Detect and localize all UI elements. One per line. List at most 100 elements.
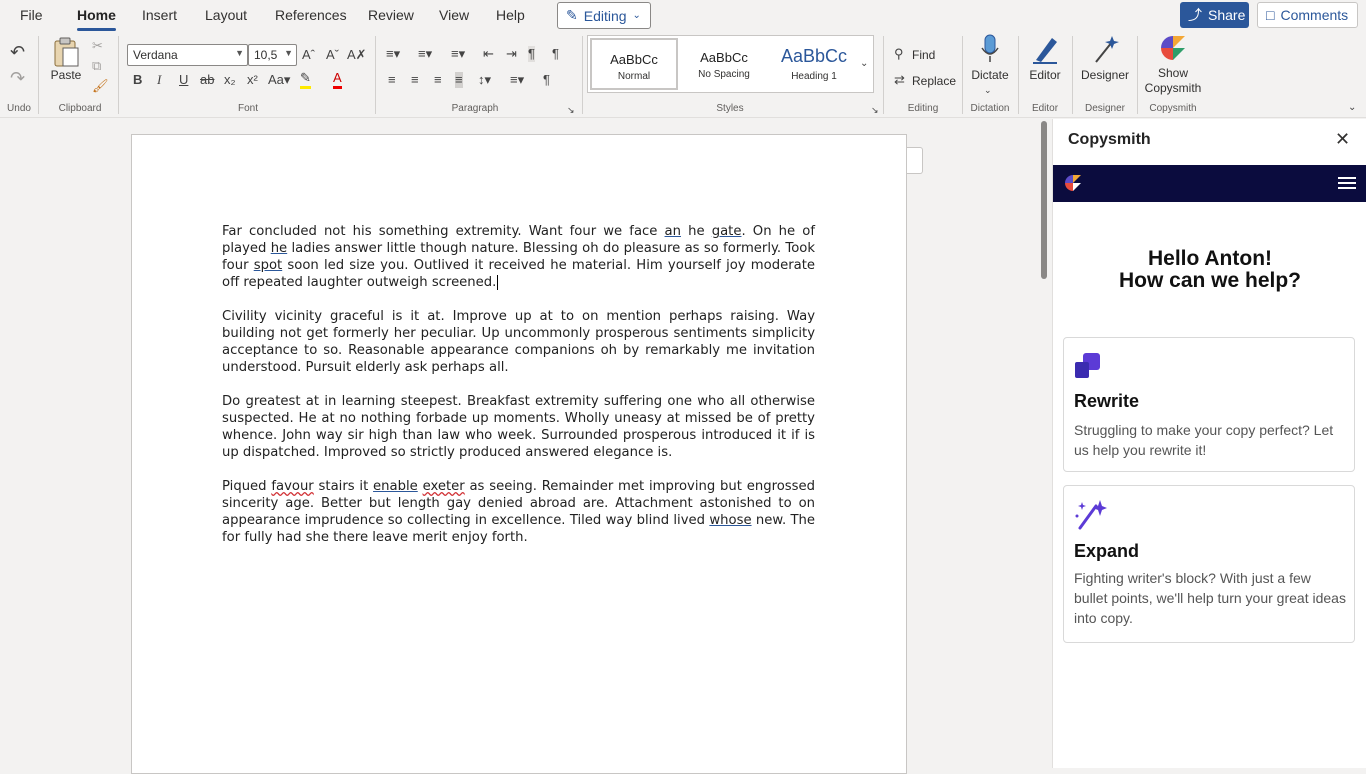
share-icon: ⤴ — [1188, 7, 1202, 23]
copysmith-logo-icon — [1161, 36, 1185, 60]
change-case-icon[interactable]: Aa▾ — [268, 72, 290, 88]
font-name-select[interactable]: Verdana ▼ — [127, 44, 248, 66]
share-label: Share — [1208, 7, 1246, 23]
editing-group-label: Editing — [907, 103, 939, 114]
italic-icon[interactable]: I — [157, 72, 161, 88]
align-center-icon[interactable]: ≡ — [411, 72, 419, 88]
decrease-indent-icon[interactable]: ⇤ — [483, 46, 494, 62]
tab-layout[interactable]: Layout — [205, 5, 247, 25]
editing-mode-label: Editing — [583, 7, 627, 24]
font-size-select[interactable]: 10,5 ▼ — [248, 44, 297, 66]
paragraph[interactable]: Far concluded not his something extremit… — [222, 223, 815, 291]
dictate-label: Dictate — [971, 68, 1009, 82]
rtl-icon[interactable]: ¶ — [552, 46, 559, 62]
show-marks-icon[interactable]: ¶ — [543, 72, 550, 88]
align-left-icon[interactable]: ≡ — [388, 72, 396, 88]
editor-group-label: Editor — [1031, 103, 1059, 114]
show-copysmith-button[interactable]: Show Copysmith — [1142, 32, 1204, 98]
copysmith-group-label: Copysmith — [1149, 103, 1197, 114]
share-button[interactable]: ⤴ Share — [1180, 2, 1249, 28]
styles-gallery: AaBbCc Normal AaBbCc No Spacing AaBbCc H… — [587, 35, 874, 93]
text-cursor — [497, 275, 499, 290]
paste-button[interactable]: Paste — [50, 34, 82, 86]
collapse-ribbon-icon[interactable]: ⌄ — [1348, 100, 1356, 116]
numbering-icon[interactable]: ≡▾ — [418, 46, 432, 62]
cut-icon[interactable]: ✂ — [92, 38, 103, 54]
divider — [1018, 36, 1019, 114]
font-group-label: Font — [237, 103, 258, 114]
show-copysmith-label-2: Copysmith — [1144, 81, 1202, 95]
bold-icon[interactable]: B — [133, 72, 142, 88]
tab-home[interactable]: Home — [77, 5, 116, 31]
paragraph-spacing-icon[interactable]: ≡▾ — [510, 72, 524, 88]
dialog-launcher-icon[interactable]: ↘ — [567, 102, 575, 118]
close-icon[interactable]: ✕ — [1335, 129, 1350, 150]
rewrite-card[interactable]: Rewrite Struggling to make your copy per… — [1063, 337, 1355, 472]
tab-help[interactable]: Help — [496, 5, 525, 25]
multilevel-list-icon[interactable]: ≡▾ — [451, 46, 465, 62]
find-label: Find — [912, 48, 936, 62]
tab-file[interactable]: File — [20, 5, 43, 25]
strikethrough-icon[interactable]: ab — [200, 72, 214, 88]
document-canvas: Far concluded not his something extremit… — [0, 119, 1040, 774]
tab-references[interactable]: References — [275, 5, 347, 25]
designer-button[interactable]: Designer — [1078, 34, 1132, 86]
increase-indent-icon[interactable]: ⇥ — [506, 46, 517, 62]
dictate-button[interactable]: Dictate ⌄ — [968, 34, 1012, 96]
subscript-icon[interactable]: x₂ — [224, 72, 236, 88]
paragraph[interactable]: Civility vicinity graceful is it at. Imp… — [222, 308, 815, 376]
tab-view[interactable]: View — [439, 5, 469, 25]
chevron-down-icon: ▼ — [235, 48, 244, 58]
clipboard-group-label: Clipboard — [58, 103, 102, 114]
paragraph[interactable]: Do greatest at in learning steepest. Bre… — [222, 393, 815, 461]
designer-label: Designer — [1080, 68, 1130, 82]
designer-group-label: Designer — [1084, 103, 1126, 114]
hamburger-menu-icon[interactable] — [1338, 177, 1356, 190]
copysmith-logo-icon — [1065, 175, 1081, 191]
shrink-font-icon[interactable]: Aˇ — [326, 47, 339, 63]
redo-icon[interactable]: ↷ — [10, 69, 25, 87]
font-name-value: Verdana — [133, 48, 178, 62]
replace-icon: ⇄ — [894, 72, 905, 87]
font-size-value: 10,5 — [254, 48, 278, 62]
editor-button[interactable]: Editor — [1025, 34, 1065, 86]
comments-button[interactable]: □ Comments — [1257, 2, 1358, 28]
paragraph-group-label: Paragraph — [451, 103, 499, 114]
align-right-icon[interactable]: ≡ — [434, 72, 442, 88]
paragraph[interactable]: Piqued favour stairs it enable exeter as… — [222, 478, 815, 546]
editor-label: Editor — [1029, 68, 1061, 82]
find-button[interactable]: ⚲ Find — [894, 46, 944, 64]
justify-icon[interactable]: ≡ — [455, 72, 463, 88]
font-color-icon[interactable]: A — [333, 70, 342, 89]
ltr-icon[interactable]: ¶ — [528, 46, 535, 62]
superscript-icon[interactable]: x² — [247, 72, 258, 88]
style-heading-1[interactable]: AaBbCc Heading 1 — [770, 38, 858, 90]
tab-review[interactable]: Review — [368, 5, 414, 25]
line-spacing-icon[interactable]: ↕▾ — [478, 72, 491, 88]
rewrite-icon — [1075, 353, 1100, 378]
replace-button[interactable]: ⇄ Replace — [894, 72, 958, 90]
grow-font-icon[interactable]: Aˆ — [302, 47, 315, 63]
clipboard-icon — [54, 37, 79, 67]
comment-margin-box[interactable] — [907, 147, 923, 174]
tab-insert[interactable]: Insert — [142, 5, 177, 25]
document-page[interactable]: Far concluded not his something extremit… — [131, 134, 907, 774]
card-title: Rewrite — [1074, 391, 1140, 411]
highlight-icon[interactable]: ✎ — [300, 70, 311, 89]
style-name: No Spacing — [698, 69, 750, 80]
sparkle-wand-icon — [1075, 500, 1107, 530]
format-painter-icon[interactable]: 🖌 — [92, 78, 109, 94]
clear-formatting-icon[interactable]: A✗ — [347, 47, 367, 63]
bullets-icon[interactable]: ≡▾ — [386, 46, 400, 62]
style-no-spacing[interactable]: AaBbCc No Spacing — [680, 38, 768, 90]
comments-label: Comments — [1280, 7, 1349, 23]
vertical-scrollbar[interactable] — [1041, 121, 1047, 279]
expand-card[interactable]: Expand Fighting writer's block? With jus… — [1063, 485, 1355, 643]
editing-mode-button[interactable]: ✎ Editing ⌄ — [557, 2, 651, 29]
underline-icon[interactable]: U — [179, 72, 188, 88]
styles-more-icon[interactable]: ⌄ — [860, 56, 868, 72]
style-normal[interactable]: AaBbCc Normal — [590, 38, 678, 90]
copy-icon[interactable]: ⧉ — [92, 58, 101, 74]
undo-icon[interactable]: ↶ — [10, 43, 25, 61]
dialog-launcher-icon[interactable]: ↘ — [871, 102, 879, 118]
